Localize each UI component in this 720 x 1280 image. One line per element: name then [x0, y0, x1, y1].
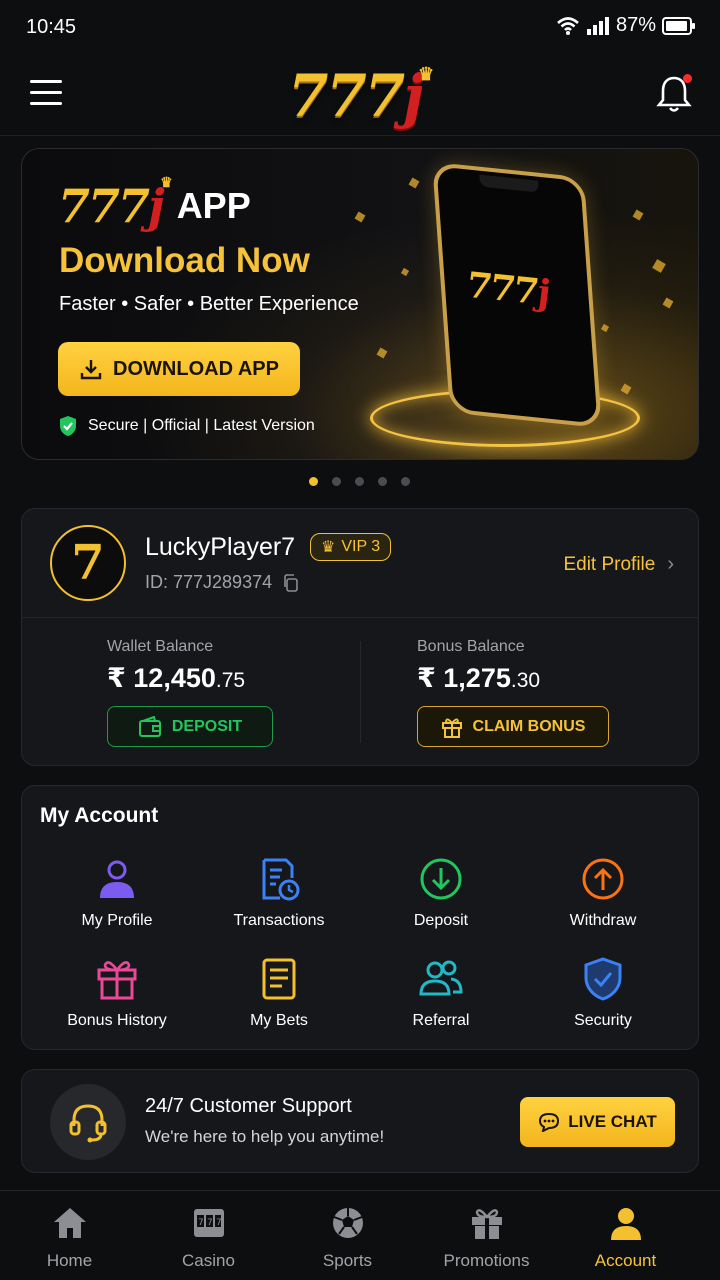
menu-icon[interactable] [30, 80, 62, 108]
signal-icon [586, 16, 609, 35]
carousel-dots [309, 477, 410, 486]
app-logo[interactable]: 777j ♛ [288, 62, 434, 130]
arrow-up-circle-icon [582, 858, 624, 900]
download-icon [80, 360, 102, 380]
nav-sports[interactable]: Sports [278, 1191, 417, 1280]
deposit-button[interactable]: DEPOSIT [107, 706, 273, 747]
receipt-clock-icon [262, 858, 300, 901]
my-bets-item[interactable]: My Bets [198, 956, 360, 1056]
chat-icon [539, 1112, 560, 1132]
banner-logo: 777j ♛ [58, 175, 173, 233]
wallet-balance-value: ₹ 12,450.75 [107, 663, 246, 693]
divider [22, 617, 698, 618]
withdraw-item[interactable]: Withdraw [522, 856, 684, 956]
nav-promotions[interactable]: Promotions [417, 1191, 556, 1280]
gift-icon [441, 718, 462, 738]
banner-title: 777j ♛ APP [58, 175, 251, 233]
chevron-right-icon: › [667, 553, 674, 575]
nav-casino[interactable]: 777 Casino [139, 1191, 278, 1280]
arrow-down-circle-icon [420, 858, 462, 900]
profile-card: 7 LuckyPlayer7 ♛ VIP 3 ID: 777J289374 Ed… [21, 508, 699, 766]
account-menu-grid: My Profile Transactions Deposit Withdraw… [36, 856, 684, 1056]
svg-text:7: 7 [207, 1218, 213, 1228]
users-icon [419, 960, 463, 996]
carousel-dot[interactable] [378, 477, 387, 486]
phone-image: 777j [432, 161, 602, 429]
claim-bonus-button[interactable]: CLAIM BONUS [417, 706, 609, 747]
wallet-balance-label: Wallet Balance [107, 638, 214, 655]
crown-icon: ♛ [417, 64, 434, 85]
section-title: My Account [40, 804, 159, 827]
username: LuckyPlayer7 [145, 533, 296, 561]
download-app-button[interactable]: DOWNLOAD APP [58, 342, 300, 396]
customer-support-card: 24/7 Customer Support We're here to help… [21, 1069, 699, 1173]
carousel-dot[interactable] [401, 477, 410, 486]
status-time: 10:45 [26, 16, 77, 38]
document-icon [262, 958, 296, 1000]
banner-subtitle: Faster • Safer • Better Experience [59, 293, 359, 315]
slot-machine-icon: 777 [193, 1209, 224, 1237]
secure-note: Secure | Official | Latest Version [58, 415, 315, 437]
status-bar: 10:45 87% [0, 0, 720, 56]
gift-icon [97, 961, 137, 1000]
nav-home[interactable]: Home [0, 1191, 139, 1280]
home-icon [53, 1208, 86, 1238]
svg-text:7: 7 [216, 1218, 222, 1228]
carousel-dot[interactable] [332, 477, 341, 486]
bonus-history-item[interactable]: Bonus History [36, 956, 198, 1056]
notification-badge [683, 74, 692, 83]
banner-headline: Download Now [59, 241, 310, 280]
user-id: ID: 777J289374 [145, 572, 300, 593]
my-profile-item[interactable]: My Profile [36, 856, 198, 956]
avatar[interactable]: 7 [50, 525, 126, 601]
bonus-balance-value: ₹ 1,275.30 [417, 663, 541, 693]
nav-account[interactable]: Account [556, 1191, 695, 1280]
user-icon [100, 860, 134, 898]
bonus-balance-label: Bonus Balance [417, 638, 525, 655]
gift-icon [471, 1209, 502, 1239]
my-account-card: My Account My Profile Transactions Depos… [21, 785, 699, 1050]
vip-badge: ♛ VIP 3 [310, 533, 392, 561]
security-item[interactable]: Security [522, 956, 684, 1056]
crown-icon: ♛ [321, 539, 336, 556]
transactions-item[interactable]: Transactions [198, 856, 360, 956]
carousel-dot[interactable] [309, 477, 318, 486]
headset-icon [50, 1084, 126, 1160]
app-header: 777j ♛ [0, 56, 720, 136]
wifi-icon [557, 16, 579, 35]
battery-icon [662, 16, 695, 35]
deposit-item[interactable]: Deposit [360, 856, 522, 956]
edit-profile-link[interactable]: Edit Profile › [563, 553, 674, 576]
soccer-ball-icon [332, 1208, 363, 1238]
status-icons: 87% [556, 14, 696, 37]
svg-text:7: 7 [198, 1218, 204, 1228]
user-icon [610, 1208, 641, 1240]
battery-percent: 87% [615, 14, 656, 36]
wallet-icon [138, 715, 161, 737]
notification-bell-icon[interactable] [656, 74, 692, 114]
divider [360, 641, 361, 743]
support-title: 24/7 Customer Support [145, 1095, 352, 1117]
live-chat-button[interactable]: LIVE CHAT [520, 1097, 675, 1147]
shield-check-icon [584, 957, 622, 1001]
shield-check-icon [60, 416, 76, 436]
banner-app-label: APP [176, 185, 251, 226]
referral-item[interactable]: Referral [360, 956, 522, 1056]
carousel-dot[interactable] [355, 477, 364, 486]
phone-logo: 777j [465, 264, 550, 315]
bottom-nav: Home 777 Casino Sports Promotions Accoun… [0, 1190, 720, 1280]
support-subtitle: We're here to help you anytime! [145, 1127, 385, 1146]
promo-banner[interactable]: 777j 777j ♛ APP Download Now Faster • Saf… [21, 148, 699, 460]
copy-icon[interactable] [282, 573, 300, 592]
